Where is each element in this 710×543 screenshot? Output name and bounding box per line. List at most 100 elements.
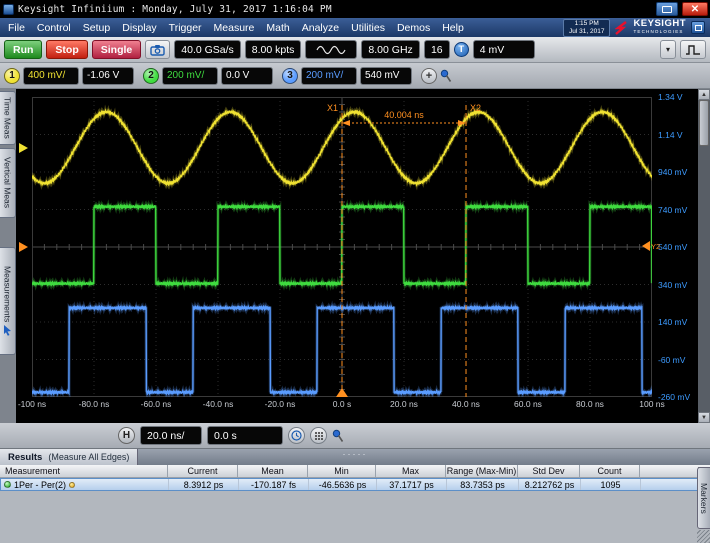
stop-button[interactable]: Stop — [46, 40, 87, 59]
results-row[interactable]: 1Per - Per(2)8.3912 ps-170.187 fs-46.563… — [0, 478, 710, 491]
y2-marker[interactable]: Y2 — [642, 241, 660, 251]
resize-grip[interactable] — [697, 530, 710, 543]
results-header: Results (Measure All Edges) ····· — [0, 449, 710, 465]
memory-depth-field[interactable]: 8.00 kpts — [245, 40, 302, 59]
titlebar-screen-button[interactable] — [656, 2, 678, 16]
y-axis-label: 140 mV — [658, 317, 687, 327]
menu-file[interactable]: File — [2, 22, 31, 34]
channel-1-scale-field[interactable]: 400 mV/ — [23, 67, 79, 85]
screenshot-button[interactable] — [145, 40, 170, 59]
channel-bar: 1400 mV/-1.06 V2200 mV/0.0 V3200 mV/540 … — [0, 63, 710, 89]
zoom-mode-button[interactable] — [288, 427, 305, 444]
trigger-time-marker — [336, 388, 348, 397]
menu-demos[interactable]: Demos — [391, 22, 436, 34]
tab-results[interactable]: Results (Measure All Edges) — [0, 449, 138, 465]
channel-3-group: 3200 mV/540 mV — [282, 67, 412, 85]
svg-text:X2: X2 — [470, 103, 481, 113]
horizontal-badge[interactable]: H — [118, 427, 135, 444]
x-axis-label: -80.0 ns — [79, 399, 110, 409]
col-max[interactable]: Max — [376, 465, 446, 477]
toolbar: Run Stop Single 40.0 GSa/s 8.00 kpts 8.0… — [0, 37, 710, 63]
channel-1-button[interactable]: 1 — [4, 68, 20, 84]
menu-help[interactable]: Help — [436, 22, 470, 34]
channel-1-level-marker[interactable] — [19, 143, 28, 153]
add-waveform-button[interactable]: + — [421, 68, 437, 84]
channel-1-offset-field[interactable]: -1.06 V — [82, 67, 134, 85]
trigger-level-marker[interactable] — [19, 242, 28, 252]
pin-panel-button[interactable] — [440, 69, 452, 83]
col-mean[interactable]: Mean — [238, 465, 308, 477]
pin-hbar-button[interactable] — [332, 429, 344, 443]
acquisition-mode-field[interactable] — [305, 40, 357, 59]
value-cell: 8.3912 ps — [169, 479, 239, 490]
channel-3-offset-field[interactable]: 540 mV — [360, 67, 412, 85]
status-dot-green — [4, 481, 11, 488]
x-axis-label: 60.0 ns — [514, 399, 542, 409]
scope-scrollbar[interactable]: ▲ ▼ — [698, 89, 710, 423]
run-button[interactable]: Run — [4, 40, 42, 59]
channel-2-scale-field[interactable]: 200 mV/ — [162, 67, 218, 85]
channel-3-scale-field[interactable]: 200 mV/ — [301, 67, 357, 85]
timebase-position-field[interactable]: 0.0 s — [207, 426, 283, 445]
col-count[interactable]: Count — [580, 465, 640, 477]
single-button[interactable]: Single — [92, 40, 142, 59]
close-button[interactable]: ✕ — [682, 2, 708, 16]
results-tab-label: Results — [8, 452, 42, 463]
menu-trigger[interactable]: Trigger — [163, 22, 208, 34]
channel-2-offset-field[interactable]: 0.0 V — [221, 67, 273, 85]
scrollbar-track[interactable] — [698, 100, 710, 412]
menu-control[interactable]: Control — [31, 22, 77, 34]
trigger-level-field[interactable]: 4 mV — [473, 40, 535, 59]
svg-text:X1: X1 — [327, 103, 338, 113]
menu-setup[interactable]: Setup — [77, 22, 116, 34]
waveform-tools-button[interactable] — [680, 40, 706, 59]
timebase-scale-field[interactable]: 20.0 ns/ — [140, 426, 202, 445]
keysight-logo: KEYSIGHT TECHNOLOGIES — [615, 20, 686, 36]
tab-time-meas[interactable]: Time Meas — [0, 91, 16, 145]
tab-vertical-meas[interactable]: Vertical Meas — [0, 148, 16, 218]
col-range-max-min-[interactable]: Range (Max-Min) — [446, 465, 518, 477]
channel-2-button[interactable]: 2 — [143, 68, 159, 84]
menu-utilities[interactable]: Utilities — [345, 22, 391, 34]
menu-math[interactable]: Math — [260, 22, 295, 34]
value-cell: -46.5636 ps — [309, 479, 377, 490]
clock-display[interactable]: 1:15 PM Jul 31, 2017 — [563, 19, 610, 37]
channel-3-button[interactable]: 3 — [282, 68, 298, 84]
bandwidth-field[interactable]: 8.00 GHz — [361, 40, 419, 59]
col-std-dev[interactable]: Std Dev — [518, 465, 580, 477]
menu-measure[interactable]: Measure — [208, 22, 261, 34]
measurement-cell[interactable]: 1Per - Per(2) — [1, 479, 169, 490]
x-axis-label: 40.0 ns — [452, 399, 480, 409]
plus-icon: + — [426, 70, 432, 82]
toolbar-dropdown-button[interactable]: ▾ — [660, 40, 676, 59]
pointer-icon — [3, 325, 13, 336]
col-current[interactable]: Current — [168, 465, 238, 477]
tab-measurements[interactable]: Measurements — [0, 247, 16, 355]
scrollbar-thumb[interactable] — [699, 100, 709, 146]
sample-rate-field[interactable]: 40.0 GSa/s — [174, 40, 241, 59]
pushpin-icon — [440, 69, 452, 83]
y-axis-label: 940 mV — [658, 167, 687, 177]
menu-display[interactable]: Display — [116, 22, 162, 34]
chevron-down-icon: ▾ — [666, 45, 670, 54]
value-cell: -170.187 fs — [239, 479, 309, 490]
menu-analyze[interactable]: Analyze — [296, 22, 345, 34]
y-axis-label: 1.14 V — [658, 130, 683, 140]
averages-field[interactable]: 16 — [424, 40, 450, 59]
status-dot-yellow — [69, 482, 75, 488]
trigger-badge-icon[interactable]: T — [454, 42, 469, 57]
channel-1-group: 1400 mV/-1.06 V — [4, 67, 134, 85]
col-measurement[interactable]: Measurement — [0, 465, 168, 477]
panel-drag-handle[interactable]: ····· — [343, 449, 368, 459]
x-axis-label: 20.0 ns — [390, 399, 418, 409]
window-title: Keysight Infiniium : Monday, July 31, 20… — [18, 4, 652, 15]
scroll-down-icon[interactable]: ▼ — [698, 412, 710, 423]
grid-settings-button[interactable] — [310, 427, 327, 444]
col-min[interactable]: Min — [308, 465, 376, 477]
x-axis-label: 0.0 s — [333, 399, 351, 409]
value-cell: 83.7353 ps — [447, 479, 519, 490]
scroll-up-icon[interactable]: ▲ — [698, 89, 710, 100]
tab-markers[interactable]: Markers — [697, 467, 710, 529]
waveform-display[interactable]: X1X240.004 ns — [32, 97, 652, 397]
remote-desktop-icon[interactable] — [691, 21, 705, 34]
